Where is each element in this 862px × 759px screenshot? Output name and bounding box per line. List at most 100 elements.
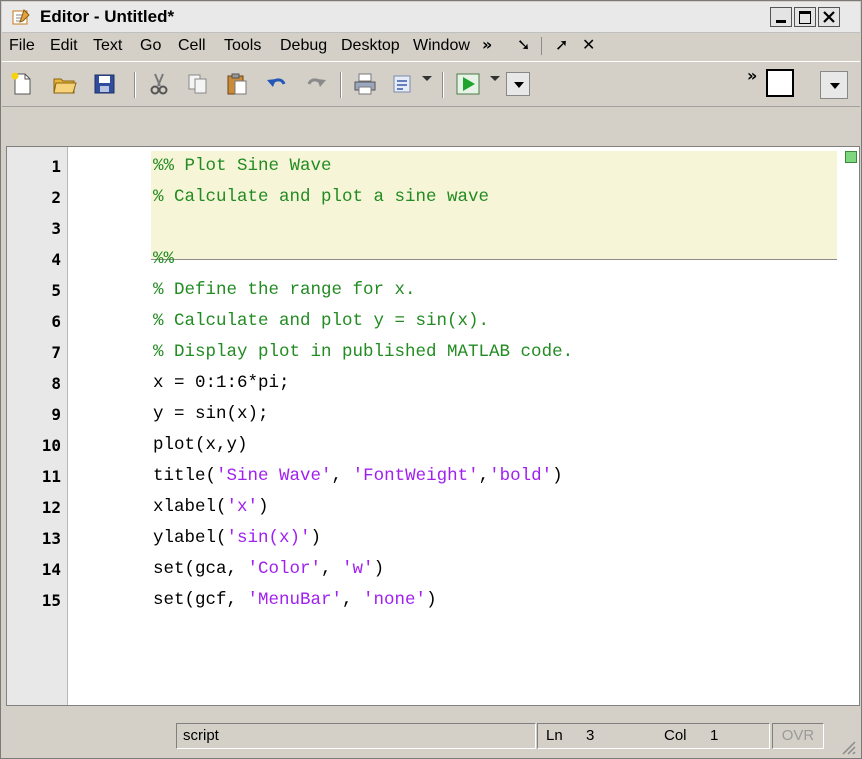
line-number: 9 [51,405,61,424]
save-icon[interactable] [92,72,118,96]
maximize-button[interactable] [794,7,816,27]
code-token: title( [153,466,217,486]
code-line[interactable]: 10 plot(x,y) [7,430,859,461]
file-type-indicator: script [176,723,536,749]
menu-edit[interactable]: Edit [50,37,78,55]
code-line[interactable]: 4%% [7,244,859,275]
toolbar: » [2,61,860,107]
chevron-down-icon [830,83,840,89]
menu-overflow-chevron-icon[interactable]: » [482,35,492,54]
editor-app-icon [12,9,30,25]
code-token: , [321,559,343,579]
code-text[interactable]: xlabel('x') [153,492,269,523]
code-token: , [342,590,364,610]
chevron-down-icon [514,82,524,88]
code-text[interactable]: % Define the range for x. [153,275,416,306]
code-line[interactable]: 11 title('Sine Wave', 'FontWeight','bold'… [7,461,859,492]
menu-cell[interactable]: Cell [178,37,206,55]
code-line[interactable]: 5 % Define the range for x. [7,275,859,306]
code-comment: %% [153,249,175,269]
line-number: 8 [51,374,61,393]
code-text[interactable]: % Display plot in published MATLAB code. [153,337,573,368]
code-token: ) [426,590,437,610]
code-text[interactable]: ylabel('sin(x)') [153,523,321,554]
run-dropdown-arrow-icon[interactable] [490,76,500,81]
code-text[interactable]: title('Sine Wave', 'FontWeight','bold') [153,461,563,492]
code-string: 'Color' [247,559,322,579]
minimize-button[interactable] [770,7,792,27]
code-line[interactable]: 14 set(gca, 'Color', 'w') [7,554,859,585]
find-icon[interactable] [389,72,415,96]
column-label: Col [664,727,687,744]
menu-go[interactable]: Go [140,37,161,55]
menu-desktop[interactable]: Desktop [341,37,400,55]
window-title: Editor - Untitled* [40,7,175,26]
code-string: 'w' [342,559,374,579]
code-line[interactable]: 7 % Display plot in published MATLAB code… [7,337,859,368]
undo-icon[interactable] [264,72,290,96]
line-number: 5 [51,281,61,300]
code-token: ) [373,559,385,579]
line-number: 1 [51,157,61,176]
code-text[interactable]: % Calculate and plot a sine wave [153,182,489,213]
code-string: 'MenuBar' [247,590,343,610]
code-editor[interactable]: 1 %% Plot Sine Wave 2 % Calculate and plot … [6,146,860,706]
toolbar-overflow-chevron-icon[interactable]: » [747,66,757,85]
code-string: 'Sine Wave' [216,466,332,486]
code-line[interactable]: 6 % Calculate and plot y = sin(x). [7,306,859,337]
maximize-icon [799,11,811,24]
code-line[interactable]: 2 % Calculate and plot a sine wave [7,182,859,213]
line-number: 6 [51,312,61,331]
code-text[interactable]: plot(x,y) [153,430,248,461]
close-document-icon[interactable]: ✕ [582,35,595,54]
code-line[interactable]: 1 %% Plot Sine Wave [7,151,859,182]
menu-debug[interactable]: Debug [280,37,327,55]
code-line[interactable]: 9 y = sin(x); [7,399,859,430]
line-number: 14 [41,560,61,579]
close-button[interactable] [818,7,840,27]
code-text[interactable]: set(gcf, 'MenuBar', 'none') [153,585,437,616]
code-line[interactable]: 15 set(gcf, 'MenuBar', 'none') [7,585,859,616]
menu-tools[interactable]: Tools [224,37,261,55]
paste-icon[interactable] [224,72,250,96]
run-icon[interactable] [455,72,481,96]
code-line[interactable]: 8 x = 0:1:6*pi; [7,368,859,399]
code-token: , [331,466,353,486]
code-text[interactable]: set(gca, 'Color', 'w') [153,554,384,585]
code-text[interactable]: %% Plot Sine Wave [153,151,332,182]
redo-icon[interactable] [303,72,329,96]
run-options-dropdown[interactable] [506,72,530,96]
toolbar-separator [442,72,444,98]
resize-grip-icon[interactable] [838,737,856,755]
print-icon[interactable] [352,72,378,96]
code-text[interactable]: %% [153,244,174,275]
code-token: ) [552,466,563,486]
dock-arrow-icon[interactable]: ➘ [517,35,530,54]
code-text[interactable]: % Calculate and plot y = sin(x). [153,306,489,337]
code-text[interactable]: x = 0:1:6*pi; [153,368,290,399]
open-folder-icon[interactable] [52,72,78,96]
minimize-icon [776,20,786,23]
column-value: 1 [710,727,719,744]
code-comment: %% Plot Sine Wave [153,156,332,176]
code-text[interactable]: y = sin(x); [153,399,269,430]
code-string: 'none' [363,590,427,610]
code-line[interactable]: 13 ylabel('sin(x)') [7,523,859,554]
code-string: 'sin(x)' [226,528,311,548]
layout-square-icon[interactable] [766,69,794,97]
new-file-icon[interactable] [9,72,35,96]
code-line[interactable]: 12 xlabel('x') [7,492,859,523]
layout-dropdown[interactable] [820,71,848,99]
menu-text[interactable]: Text [93,37,122,55]
menu-window[interactable]: Window [413,37,470,55]
cursor-position: Ln 3 Col 1 [537,723,770,749]
code-line[interactable]: 3 [7,213,859,244]
copy-icon[interactable] [185,72,211,96]
cut-icon[interactable] [146,72,172,96]
line-value: 3 [586,727,595,744]
code-token: xlabel( [153,497,227,517]
menu-file[interactable]: File [9,37,35,55]
undock-arrow-icon[interactable]: ➚ [555,35,568,54]
find-dropdown-arrow-icon[interactable] [422,76,432,81]
title-bar[interactable]: Editor - Untitled* [2,2,860,33]
